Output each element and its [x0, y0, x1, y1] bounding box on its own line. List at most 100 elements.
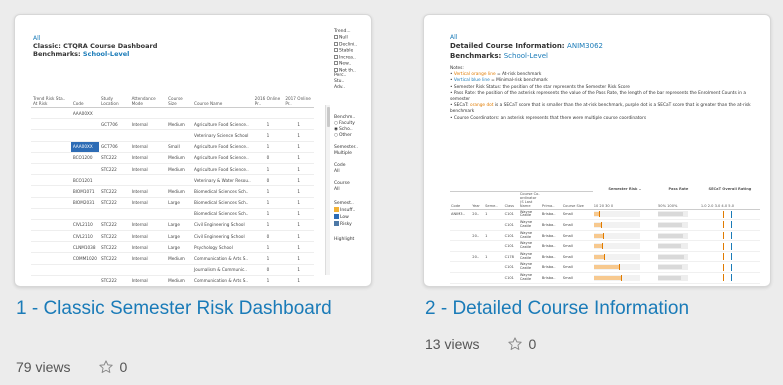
- table-cell: BIOM2031: [70, 197, 99, 209]
- table-cell: Brisba..: [540, 240, 562, 252]
- min-risk-line: [730, 210, 732, 218]
- at-risk-line: [722, 210, 724, 218]
- table-cell: Internal: [129, 152, 167, 164]
- table-row[interactable]: Journalism & Communic.. 0 1: [31, 264, 314, 276]
- benchmark-option-label: Faculty: [338, 121, 355, 126]
- dashboard-title-link[interactable]: 2 - Detailed Course Information: [425, 295, 770, 322]
- secat-cell: [699, 219, 760, 231]
- thumb-scrollbar: [325, 105, 330, 275]
- thumb-title-prefix: Detailed Course Information:: [450, 42, 565, 50]
- risk-cell: [592, 251, 657, 263]
- thumb-benchmarks: Benchmarks: School-Level: [33, 50, 129, 58]
- risk-bar-fill: [593, 244, 602, 249]
- table-cell: C101: [503, 240, 519, 252]
- table-cell: Large: [166, 197, 193, 209]
- table-cell: [192, 107, 253, 120]
- table-cell: [166, 264, 193, 276]
- table-cell: CLNM1038: [70, 241, 99, 254]
- table-row[interactable]: AAA00XX: [31, 107, 314, 120]
- table-cell: Wayne Castle: [518, 219, 541, 231]
- table-row[interactable]: Biomedical Sciences Sch.. 1 1: [31, 208, 314, 220]
- table-row[interactable]: C101 Wayne Castle Brisba.. Small: [450, 261, 760, 274]
- trend-option-label: New..: [339, 61, 352, 67]
- table-row[interactable]: 20.. 1 C178 Wayne Castle Brisba.. Small: [450, 251, 760, 263]
- filter-highlight-label: Highlight: [334, 237, 355, 242]
- table-cell: Civil Engineering School: [192, 230, 253, 243]
- pass-cell: [657, 261, 700, 274]
- dashboard-title-link[interactable]: 1 - Classic Semester Risk Dashboard: [16, 295, 336, 322]
- table-cell: [129, 107, 167, 120]
- table-row[interactable]: BCO1201 Veterinary & Water Resou.. 0 1: [31, 174, 314, 187]
- legend-label: Low: [340, 215, 349, 220]
- table-row[interactable]: STC222 Internal Medium Agriculture Food Sci…: [31, 163, 314, 176]
- table-cell: C101: [503, 261, 519, 274]
- table-row[interactable]: GCT706 Internal Medium Agriculture Food Sci…: [31, 118, 314, 131]
- table-row[interactable]: COMM1020 STC222 Internal Medium Communicatio…: [31, 252, 314, 265]
- note-highlight: orange dot: [469, 103, 494, 109]
- table-cell: BCO1200: [70, 152, 99, 164]
- pass-cell: [657, 230, 700, 242]
- thumb-notes: Notes: • Vertical orange line = At-risk …: [450, 66, 755, 122]
- pass-bar-fill: [658, 244, 682, 249]
- table-row[interactable]: C101 Wayne Castle Brisba.. Small: [450, 240, 760, 252]
- risk-star-mark: [603, 253, 605, 260]
- table-row[interactable]: CIVL2110 STC222 Internal Large Civil Enginee…: [31, 230, 314, 243]
- table-cell: 1: [252, 275, 284, 286]
- table-cell: Small: [561, 230, 593, 242]
- table-cell: 1: [252, 208, 284, 220]
- favorite-button[interactable]: 0: [98, 359, 127, 375]
- favorite-button[interactable]: 0: [507, 336, 536, 352]
- checkbox-icon: [334, 41, 338, 46]
- table-row[interactable]: BCO1200 STC222 Internal Medium Agriculture F…: [31, 152, 314, 164]
- pass-bar: [658, 253, 688, 260]
- risk-star-mark: [600, 221, 602, 228]
- table-cell: 1: [283, 208, 314, 220]
- dashboard-thumbnail-detailed[interactable]: All Detailed Course Information: ANIM306…: [423, 14, 771, 287]
- legend-label: Insuff..: [340, 208, 356, 213]
- secat-markers: [701, 221, 741, 229]
- table-cell: Internal: [129, 185, 167, 198]
- group-header: SECaT Overall Rating: [708, 187, 752, 191]
- at-risk-line: [722, 263, 724, 271]
- table-row[interactable]: Veterinary Science School 1 1: [31, 129, 314, 142]
- table-header-cell: 2016 Online Pr..: [252, 95, 284, 108]
- benchmark-option[interactable]: ○Other: [334, 133, 371, 139]
- table-row[interactable]: CLNM1038 STC222 Internal Large Psychology Sc…: [31, 241, 314, 254]
- table-cell: Internal: [129, 141, 167, 153]
- at-risk-line: [722, 274, 724, 282]
- table-row[interactable]: BIOM2031 STC222 Internal Large Biomedical Sc…: [31, 197, 314, 209]
- at-risk-line: [722, 242, 724, 250]
- pass-cell: [657, 251, 700, 263]
- table-row[interactable]: C101 Wayne Castle Brisba.. Small: [450, 219, 760, 231]
- table-row[interactable]: C101 Wayne Castle Brisba.. Small: [450, 272, 760, 284]
- table-row[interactable]: CIVL2110 STC222 Internal Large Civil Enginee…: [31, 219, 314, 232]
- table-cell: Large: [166, 219, 193, 232]
- thumb-benchmarks-label: Benchmarks:: [33, 50, 81, 58]
- table-cell: 1: [252, 118, 284, 131]
- table-cell: Wayne Castle: [518, 230, 541, 242]
- pass-bar-fill: [658, 275, 681, 280]
- table-row[interactable]: AAA00XX GCT706 Internal Small Agriculture Fo…: [31, 141, 314, 153]
- table-cell: [484, 272, 504, 284]
- secat-markers: [701, 274, 741, 282]
- table-row[interactable]: BIOM1071 STC222 Internal Medium Biomedical S…: [31, 185, 314, 198]
- table-cell: Journalism & Communic..: [192, 264, 253, 276]
- risk-legend-item: Low: [334, 214, 371, 221]
- checkbox-icon: [334, 54, 338, 59]
- table-cell: Veterinary Science School: [192, 129, 253, 142]
- trend-option-label: Null: [339, 35, 348, 41]
- dashboard-thumbnail-classic[interactable]: All Classic: CTQRA Course Dashboard Benc…: [14, 14, 372, 287]
- checkbox-icon: [334, 61, 338, 65]
- table-cell: 1: [283, 230, 314, 243]
- risk-legend-item: Insuff..: [334, 207, 371, 214]
- table-cell: Internal: [129, 252, 167, 265]
- table-cell: 0: [252, 174, 284, 187]
- secat-axis-header: 1.0 2.0 3.0 4.0 5.0: [699, 191, 760, 210]
- at-risk-line: [722, 253, 724, 261]
- table-cell: Medium: [166, 163, 193, 176]
- table-cell: BIOM1071: [70, 185, 99, 198]
- table-row[interactable]: STC222 Internal Medium Communication & Arts…: [31, 275, 314, 286]
- table-row[interactable]: 20.. 1 C101 Wayne Castle Brisba.. Small: [450, 230, 760, 242]
- table-cell: Internal: [129, 219, 167, 232]
- table-row[interactable]: ANIM3.. 20.. 1 C101 Wayne Castle Brisba.. Smal…: [450, 209, 760, 221]
